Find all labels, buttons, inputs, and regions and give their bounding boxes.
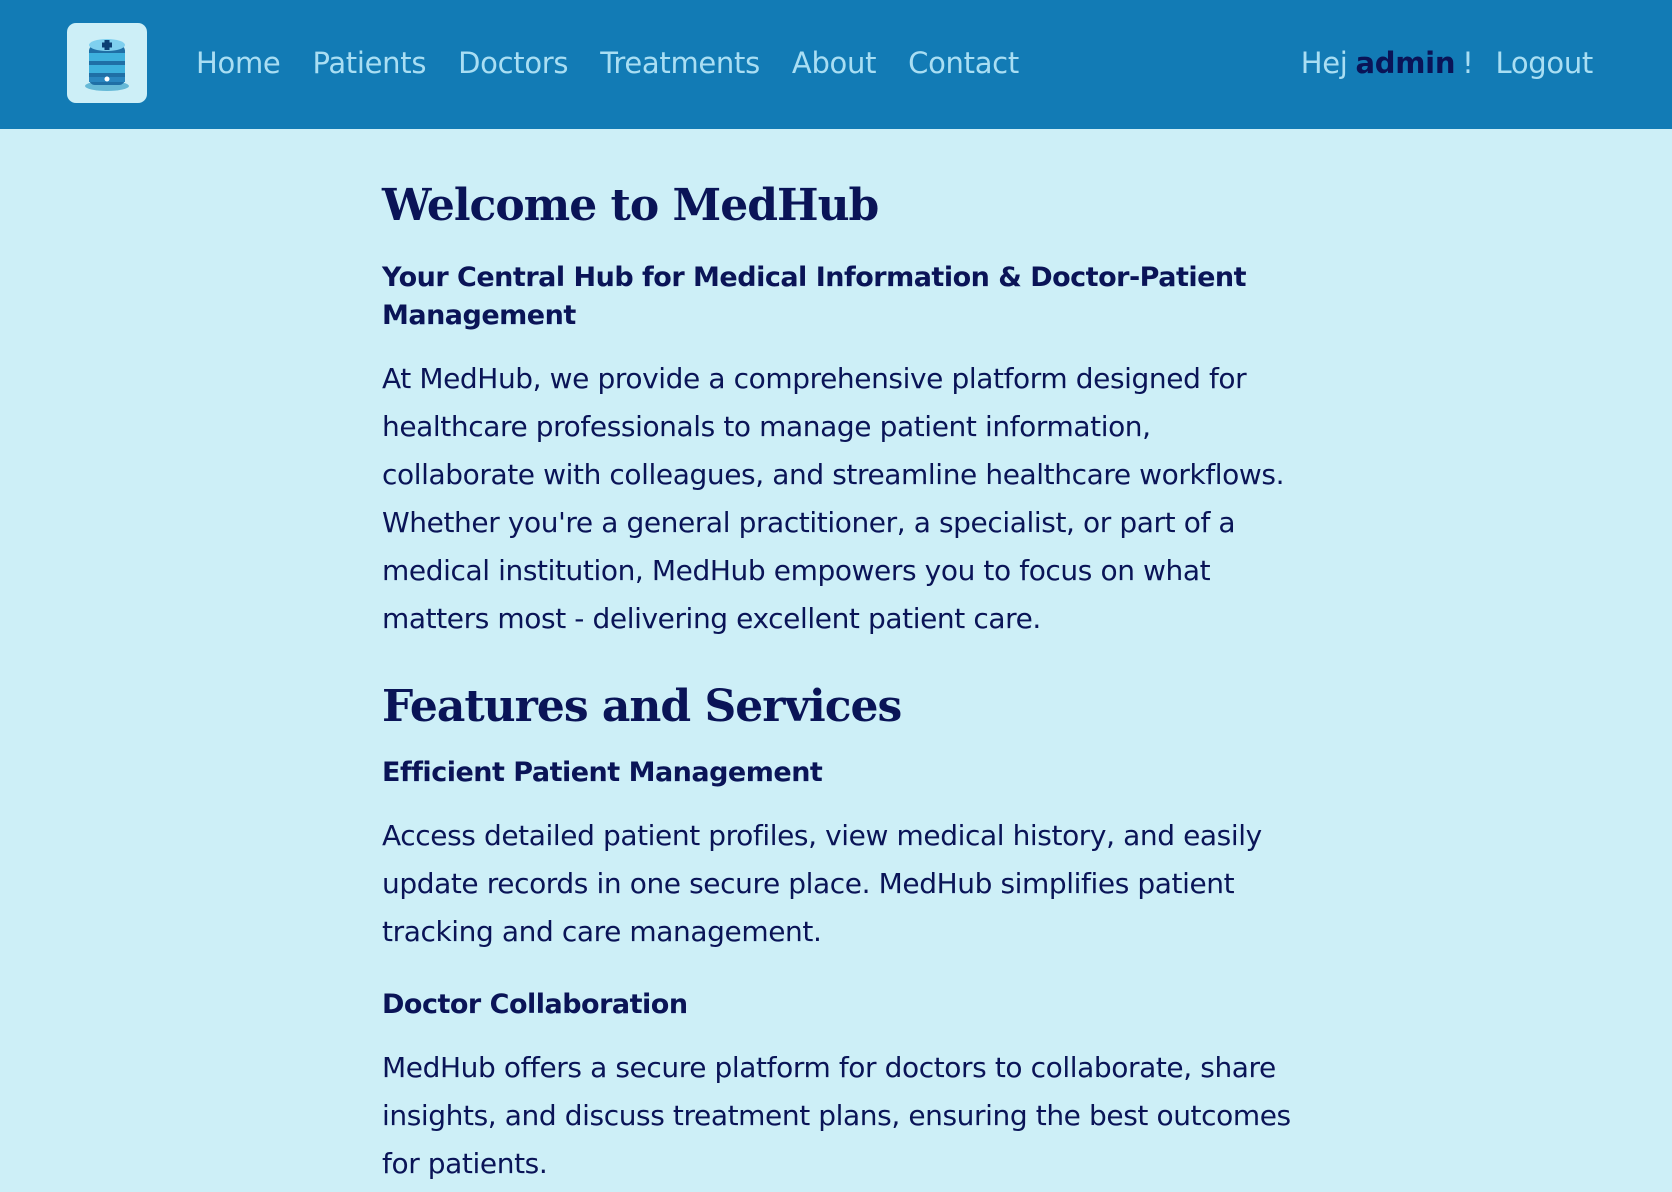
logout-link[interactable]: Logout (1496, 46, 1594, 80)
intro-paragraph: At MedHub, we provide a comprehensive pl… (382, 361, 1285, 635)
main-content: Welcome to MedHub Your Central Hub for M… (382, 129, 1292, 1188)
greeting-prefix: Hej (1300, 46, 1348, 80)
nav-home-link[interactable]: Home (196, 46, 281, 80)
page-subtitle: Your Central Hub for Medical Information… (382, 261, 1247, 331)
feature-description: Access detailed patient profiles, view m… (382, 818, 1262, 948)
logo[interactable] (67, 23, 147, 103)
features-title: Features and Services (382, 680, 902, 732)
nav-patients-link[interactable]: Patients (312, 46, 426, 80)
feature-title: Doctor Collaboration (382, 988, 688, 1020)
feature-description: MedHub offers a secure platform for doct… (382, 1050, 1291, 1180)
greeting-suffix: ! (1462, 46, 1474, 80)
feature-doctor-collaboration: Doctor Collaboration MedHub offers a sec… (382, 986, 1292, 1188)
nav-contact-link[interactable]: Contact (908, 46, 1019, 80)
database-logo-icon (85, 39, 129, 91)
main-nav: Home Patients Doctors Treatments About C… (196, 0, 1051, 126)
top-navbar: Home Patients Doctors Treatments About C… (0, 0, 1672, 129)
nav-doctors-link[interactable]: Doctors (458, 46, 568, 80)
feature-title: Efficient Patient Management (382, 756, 823, 788)
feature-patient-management: Efficient Patient Management Access deta… (382, 754, 1292, 956)
page-title: Welcome to MedHub (382, 180, 879, 231)
user-area: Hej admin ! Logout (1300, 0, 1594, 126)
username: admin (1355, 46, 1456, 80)
nav-treatments-link[interactable]: Treatments (600, 46, 760, 80)
nav-about-link[interactable]: About (792, 46, 877, 80)
